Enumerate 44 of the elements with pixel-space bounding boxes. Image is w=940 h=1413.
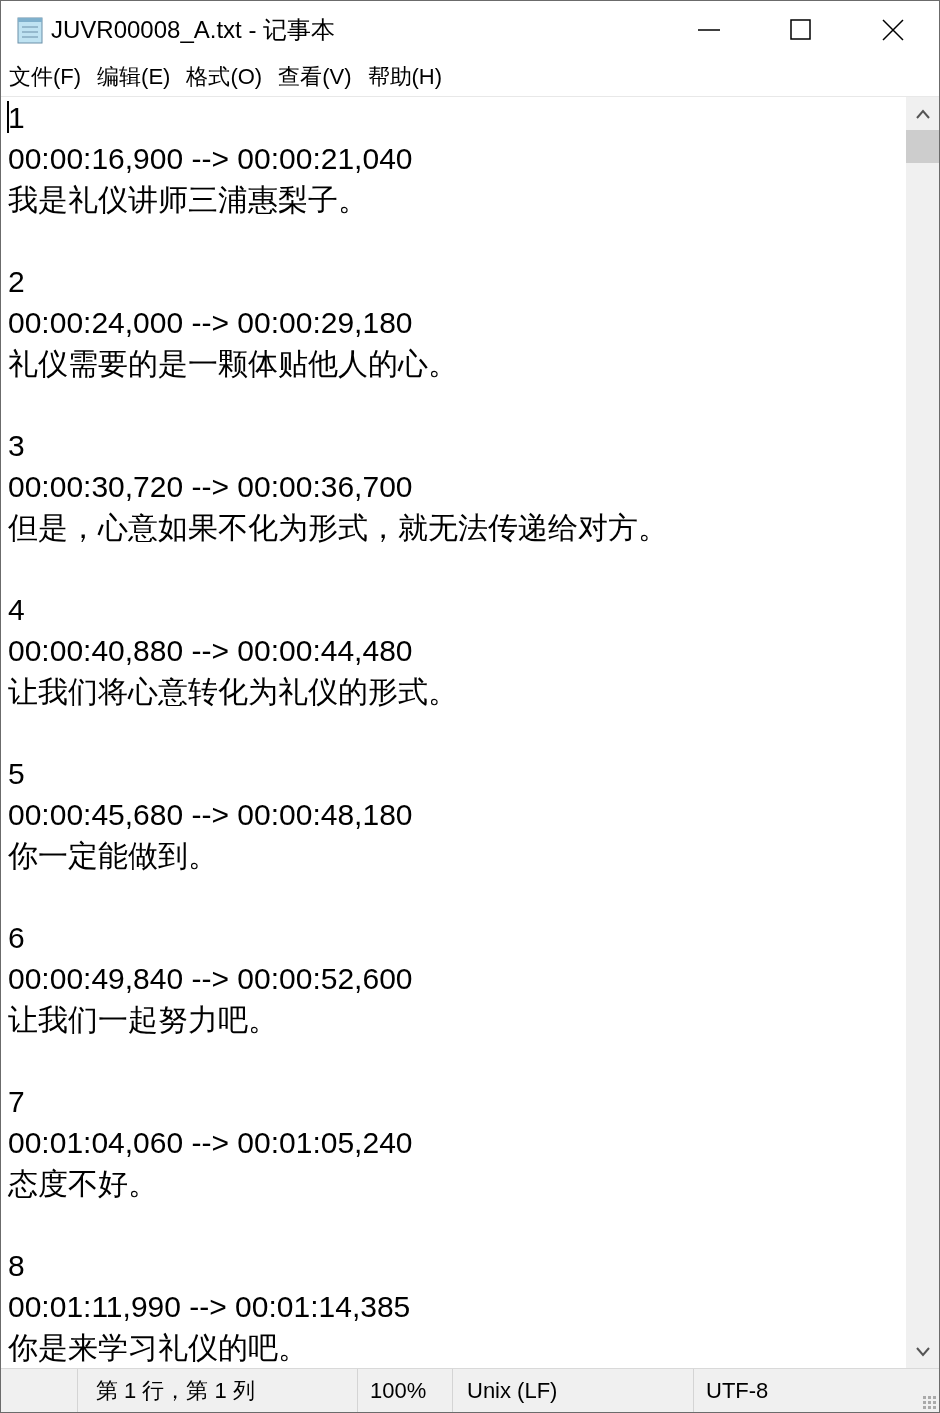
subtitle-number: 4 bbox=[8, 592, 26, 628]
subtitle-text: 你是来学习礼仪的吧。 bbox=[8, 1330, 309, 1366]
scrollbar-thumb[interactable] bbox=[906, 130, 939, 163]
minimize-icon bbox=[698, 28, 720, 31]
line-ending: Unix (LF) bbox=[467, 1377, 558, 1404]
subtitle-timing: 00:01:04,060 --> 00:01:05,240 bbox=[8, 1125, 414, 1161]
menu-item[interactable]: 文件(F) bbox=[7, 62, 84, 92]
close-icon bbox=[882, 18, 904, 41]
subtitle-text: 礼仪需要的是一颗体贴他人的心。 bbox=[8, 346, 459, 382]
subtitle-number: 8 bbox=[8, 1248, 26, 1284]
text-cursor bbox=[7, 101, 9, 133]
menu-item[interactable]: 查看(V) bbox=[276, 62, 354, 92]
encoding: UTF-8 bbox=[706, 1377, 769, 1404]
subtitle-timing: 00:00:45,680 --> 00:00:48,180 bbox=[8, 797, 414, 833]
window-title: JUVR00008_A.txt - 记事本 bbox=[51, 14, 337, 45]
subtitle-number: 1 bbox=[8, 100, 26, 136]
subtitle-text: 让我们将心意转化为礼仪的形式。 bbox=[8, 674, 459, 710]
menu-item[interactable]: 编辑(E) bbox=[95, 62, 173, 92]
subtitle-number: 2 bbox=[8, 264, 26, 300]
subtitle-timing: 00:01:11,990 --> 00:01:14,385 bbox=[8, 1289, 412, 1325]
subtitle-timing: 00:00:24,000 --> 00:00:29,180 bbox=[8, 305, 414, 341]
subtitle-text: 让我们一起努力吧。 bbox=[8, 1002, 279, 1038]
maximize-icon bbox=[790, 18, 812, 41]
menu-item[interactable]: 格式(O) bbox=[184, 62, 265, 92]
scroll-down-icon[interactable] bbox=[915, 1347, 930, 1357]
vertical-scrollbar[interactable] bbox=[906, 97, 939, 1368]
cursor-position: 第 1 行，第 1 列 bbox=[96, 1376, 255, 1405]
scroll-up-icon[interactable] bbox=[915, 109, 930, 119]
subtitle-timing: 00:00:49,840 --> 00:00:52,600 bbox=[8, 961, 414, 997]
subtitle-number: 5 bbox=[8, 756, 26, 792]
subtitle-text: 态度不好。 bbox=[8, 1166, 159, 1202]
subtitle-number: 6 bbox=[8, 920, 26, 956]
menu-item[interactable]: 帮助(H) bbox=[365, 62, 445, 92]
resize-grip-icon[interactable] bbox=[922, 1395, 936, 1409]
subtitle-text: 但是，心意如果不化为形式，就无法传递给对方。 bbox=[8, 510, 669, 546]
zoom-level: 100% bbox=[370, 1377, 427, 1404]
subtitle-timing: 00:00:40,880 --> 00:00:44,480 bbox=[8, 633, 414, 669]
subtitle-number: 7 bbox=[8, 1084, 26, 1120]
subtitle-timing: 00:00:16,900 --> 00:00:21,040 bbox=[8, 141, 414, 177]
subtitle-text: 你一定能做到。 bbox=[8, 838, 219, 874]
notepad-icon bbox=[15, 14, 45, 45]
subtitle-number: 3 bbox=[8, 428, 26, 464]
subtitle-text: 我是礼仪讲师三浦惠梨子。 bbox=[8, 182, 369, 218]
subtitle-timing: 00:00:30,720 --> 00:00:36,700 bbox=[8, 469, 414, 505]
